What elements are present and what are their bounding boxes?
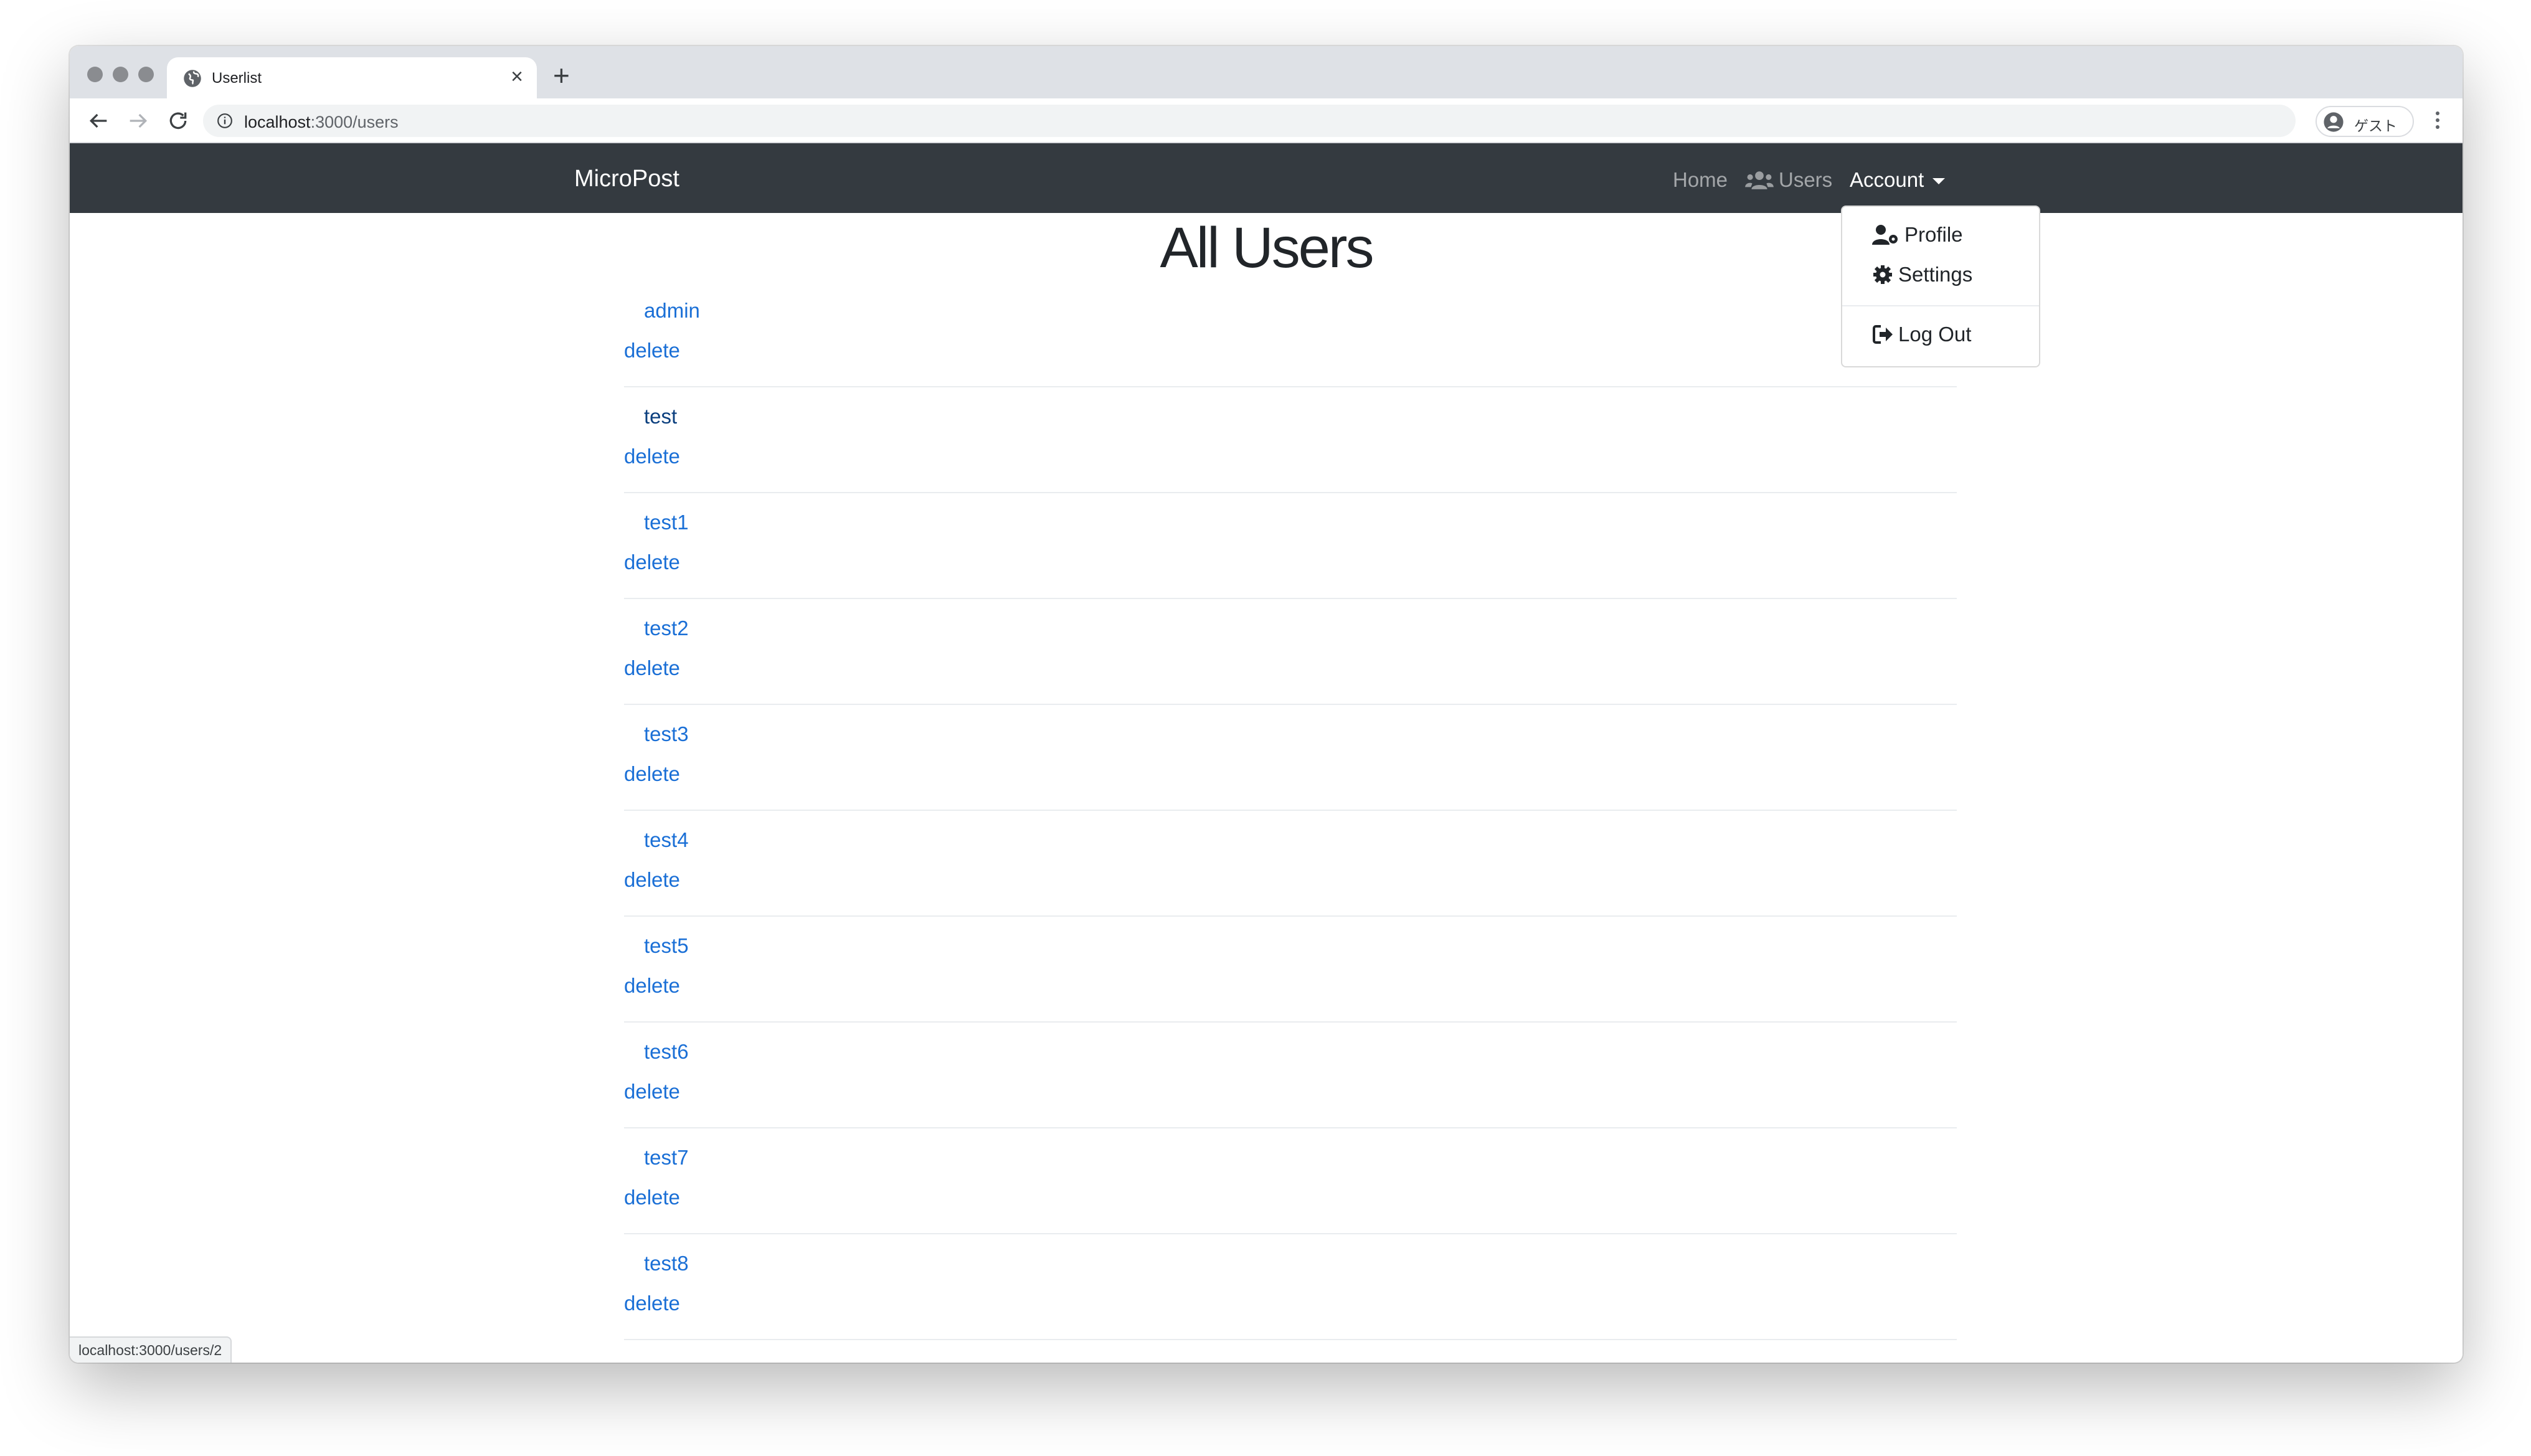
dropdown-profile-label: Profile: [1904, 223, 1963, 246]
list-item: test6 delete: [624, 1023, 1957, 1128]
minimize-window-button[interactable]: [113, 67, 128, 82]
delete-link[interactable]: delete: [624, 339, 680, 362]
tab-strip: Userlist × +: [70, 46, 2462, 98]
user-list: admin delete test delete test1 delete test2 del…: [624, 281, 1957, 1340]
users-icon: [1745, 171, 1774, 189]
url-path: :3000/users: [310, 113, 399, 131]
avatar-icon: [2324, 112, 2344, 132]
user-name-link[interactable]: test4: [644, 828, 689, 852]
close-tab-icon[interactable]: ×: [511, 66, 523, 87]
list-item: test1 delete: [624, 493, 1957, 599]
delete-link[interactable]: delete: [624, 1080, 680, 1104]
forward-arrow-icon[interactable]: [126, 108, 151, 133]
list-item: test4 delete: [624, 811, 1957, 917]
maximize-window-button[interactable]: [138, 67, 154, 82]
list-item: test3 delete: [624, 705, 1957, 811]
delete-link[interactable]: delete: [624, 656, 680, 680]
delete-link[interactable]: delete: [624, 974, 680, 998]
brand-link[interactable]: MicroPost: [574, 166, 679, 192]
tab-userlist[interactable]: Userlist ×: [167, 57, 537, 98]
info-icon[interactable]: [217, 113, 233, 129]
user-name-link[interactable]: test7: [644, 1146, 689, 1170]
status-bar-url: localhost:3000/users/2: [70, 1336, 232, 1363]
back-arrow-icon[interactable]: [86, 108, 111, 133]
user-name-link[interactable]: test5: [644, 934, 689, 958]
user-cog-icon: [1872, 225, 1898, 245]
caret-down-icon: [1933, 178, 1946, 184]
page-title: All Users: [1160, 216, 1374, 280]
dropdown-divider: [1842, 305, 2039, 306]
profile-label: ゲスト: [2354, 118, 2397, 134]
sign-out-icon: [1873, 325, 1893, 344]
delete-link[interactable]: delete: [624, 445, 680, 468]
account-dropdown-menu: Profile Settings Log Out: [1841, 206, 2040, 367]
dropdown-item-profile[interactable]: Profile: [1872, 223, 1963, 247]
nav-users-label: Users: [1779, 168, 1833, 191]
profile-button[interactable]: ゲスト: [2316, 106, 2414, 137]
user-name-link[interactable]: test6: [644, 1040, 689, 1064]
nav-home-link[interactable]: Home: [1673, 168, 1728, 192]
new-tab-button[interactable]: +: [553, 61, 570, 90]
url-host: localhost: [244, 113, 311, 131]
address-bar[interactable]: localhost:3000/users: [203, 105, 2296, 137]
globe-icon: [184, 70, 201, 87]
delete-link[interactable]: delete: [624, 1186, 680, 1209]
window-controls: [87, 67, 154, 82]
list-item: test8 delete: [624, 1234, 1957, 1340]
nav-account-label: Account: [1850, 168, 1924, 191]
dropdown-settings-label: Settings: [1898, 263, 1973, 286]
user-name-link[interactable]: test: [644, 405, 677, 428]
close-window-button[interactable]: [87, 67, 103, 82]
browser-window: Userlist × + localhost:3000/users ゲスト Mi…: [70, 46, 2462, 1363]
dropdown-logout-label: Log Out: [1898, 323, 1972, 346]
tab-title: Userlist: [212, 70, 262, 87]
list-item: test5 delete: [624, 917, 1957, 1023]
url-text: localhost:3000/users: [244, 113, 399, 132]
list-item: test delete: [624, 387, 1957, 493]
user-name-link[interactable]: test3: [644, 722, 689, 746]
user-name-link[interactable]: admin: [644, 299, 700, 323]
nav-users-link[interactable]: Users: [1745, 168, 1832, 192]
delete-link[interactable]: delete: [624, 1292, 680, 1315]
menu-kebab-icon[interactable]: [2430, 108, 2445, 133]
list-item: test7 delete: [624, 1128, 1957, 1234]
list-item: test2 delete: [624, 599, 1957, 705]
list-item: admin delete: [624, 281, 1957, 387]
dropdown-item-logout[interactable]: Log Out: [1872, 323, 1971, 346]
nav-account-toggle[interactable]: Account: [1850, 168, 1946, 192]
dropdown-item-settings[interactable]: Settings: [1872, 263, 1972, 286]
reload-icon[interactable]: [166, 108, 191, 133]
web-page: MicroPost Home Users Account All Users a…: [70, 143, 2462, 1363]
delete-link[interactable]: delete: [624, 762, 680, 786]
gear-icon: [1873, 265, 1892, 284]
user-name-link[interactable]: test8: [644, 1252, 689, 1275]
user-name-link[interactable]: test1: [644, 511, 689, 534]
browser-toolbar: localhost:3000/users ゲスト: [70, 98, 2462, 143]
site-navbar: MicroPost Home Users Account: [70, 143, 2462, 213]
user-name-link[interactable]: test2: [644, 617, 689, 640]
delete-link[interactable]: delete: [624, 868, 680, 892]
delete-link[interactable]: delete: [624, 551, 680, 574]
